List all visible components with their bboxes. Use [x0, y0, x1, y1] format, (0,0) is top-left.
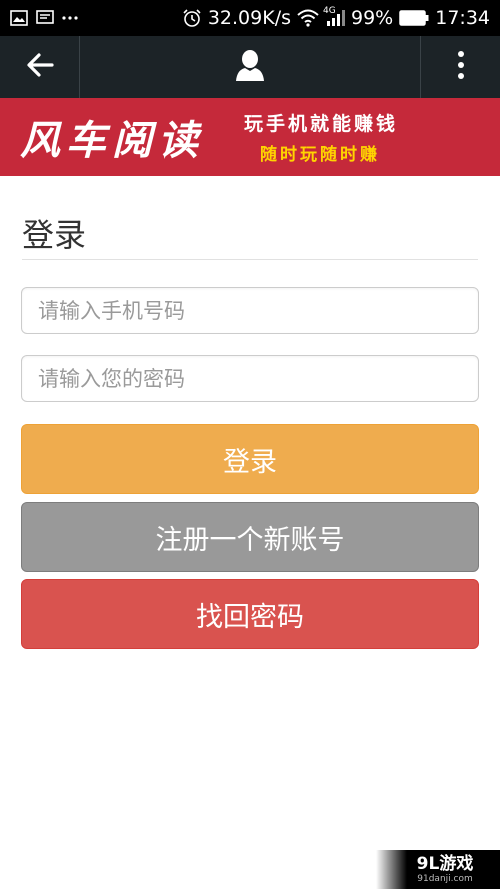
back-button[interactable]: [0, 36, 80, 98]
brand-logo: 风车阅读: [20, 117, 204, 164]
battery-percent: 99%: [351, 7, 394, 29]
slogan-line-1: 玩手机就能赚钱: [244, 113, 399, 135]
register-button[interactable]: 注册一个新账号: [21, 502, 479, 572]
more-vertical-icon: [457, 50, 465, 84]
image-icon: [10, 10, 28, 26]
network-type: 4G: [323, 6, 336, 16]
back-arrow-icon: [25, 52, 55, 82]
title-divider: [22, 259, 478, 260]
login-button[interactable]: 登录: [21, 424, 479, 494]
watermark: 9L游戏 91danji.com: [376, 850, 500, 889]
recover-password-button[interactable]: 找回密码: [21, 579, 479, 649]
watermark-brand: 9L游戏: [416, 854, 474, 874]
message-icon: [36, 10, 54, 26]
app-bar: [0, 36, 500, 98]
page: 32.09K/s 4G 99% 17:34 风车阅读 玩手机就能赚钱 随时玩随时…: [0, 0, 500, 889]
user-icon: [235, 49, 265, 85]
page-title: 登录: [22, 216, 87, 254]
profile-button[interactable]: [80, 49, 420, 85]
password-input[interactable]: [21, 355, 479, 402]
net-speed: 32.09K/s: [207, 7, 291, 29]
app-banner: 风车阅读 玩手机就能赚钱 随时玩随时赚: [0, 98, 500, 176]
clock: 17:34: [435, 7, 490, 29]
alarm-icon: [182, 8, 202, 28]
more-dots-icon: [62, 15, 78, 21]
more-menu-button[interactable]: [420, 36, 500, 98]
battery-icon: [399, 10, 429, 26]
status-right: 32.09K/s 4G 99% 17:34: [182, 6, 490, 29]
slogan: 玩手机就能赚钱 随时玩随时赚: [244, 109, 398, 165]
watermark-url: 91danji.com: [417, 874, 473, 884]
wifi-icon: [297, 9, 319, 27]
slogan-line-2: 随时玩随时赚: [260, 145, 380, 165]
signal-icon: 4G: [323, 6, 345, 27]
status-bar: 32.09K/s 4G 99% 17:34: [0, 0, 500, 36]
phone-input[interactable]: [21, 287, 479, 334]
status-left: [10, 10, 78, 26]
